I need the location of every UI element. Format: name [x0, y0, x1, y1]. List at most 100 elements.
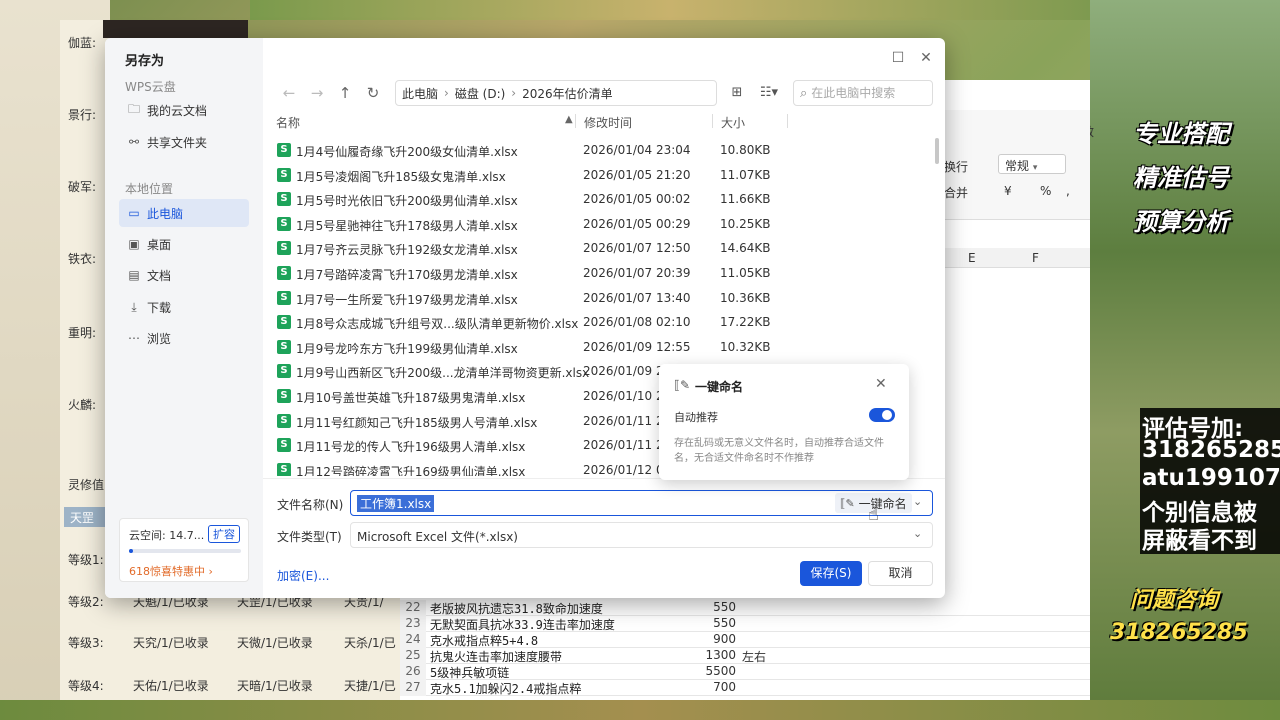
sidebar-item[interactable]: ▣ 桌面 — [119, 230, 249, 258]
spreadsheet-column-header: E F — [940, 248, 1090, 268]
encrypt-link[interactable]: 加密(E)... — [277, 567, 329, 584]
file-row[interactable]: S 1月7号踏碎凌霄飞升170级男龙清单.xlsx 2026/01/07 20:39… — [263, 261, 933, 285]
merge-button[interactable]: 合并 — [944, 184, 968, 201]
filename-input[interactable]: 工作簿1.xlsx — [357, 495, 435, 512]
column-e[interactable]: E — [968, 251, 976, 265]
auto-recommend-toggle[interactable] — [869, 408, 895, 422]
item-name: 5级神兵敏项链 — [430, 666, 510, 680]
rename-label: 一键命名 — [858, 496, 907, 511]
filetype-value: Microsoft Excel 文件(*.xlsx) — [357, 530, 518, 544]
file-row[interactable]: S 1月4号仙履奇缘飞升200级女仙清单.xlsx 2026/01/04 23:04… — [263, 138, 933, 162]
sidebar-item[interactable]: 🗀 我的云文档 — [119, 96, 249, 124]
spreadsheet-file-icon: S — [277, 216, 291, 231]
game-stat-label: 破军: — [68, 180, 97, 194]
level-label: 等级3: — [68, 636, 104, 650]
file-date: 2026/01/08 02:10 — [583, 315, 691, 330]
search-input[interactable] — [811, 86, 922, 100]
spreadsheet-row[interactable]: 25 抗鬼火连击率加速度腰带 1300 左右 — [400, 648, 1090, 664]
refresh-icon[interactable]: ↻ — [362, 82, 384, 104]
back-arrow-icon[interactable]: ← — [278, 82, 300, 104]
file-size: 14.64KB — [720, 241, 771, 256]
spreadsheet-file-icon: S — [277, 364, 291, 379]
breadcrumb-item[interactable]: 磁盘 (D:) — [455, 85, 505, 102]
forward-arrow-icon[interactable]: → — [306, 82, 328, 104]
level-cell[interactable]: 天微/1/已收录 — [237, 634, 313, 651]
promo-link[interactable]: 618惊喜特惠中 › — [129, 563, 213, 579]
comma-button[interactable]: , — [1066, 184, 1070, 198]
spreadsheet-row[interactable]: 23 无默契面具抗冰33.9连击率加速度 550 — [400, 616, 1090, 632]
file-row[interactable]: S 1月5号星驰神往飞升178级男人清单.xlsx 2026/01/05 00:29… — [263, 212, 933, 236]
scrollbar[interactable] — [935, 138, 939, 164]
number-format-select[interactable]: 常规 ▾ — [998, 154, 1066, 174]
sidebar-item[interactable]: ⚯ 共享文件夹 — [119, 128, 249, 156]
cloud-space-text: 云空间: 14.7... — [129, 529, 205, 542]
save-button[interactable]: 保存(S) — [800, 561, 862, 586]
column-name[interactable]: 名称 — [276, 114, 300, 131]
column-size[interactable]: 大小 — [721, 114, 745, 131]
filename-field[interactable]: 工作簿1.xlsx ⟦✎ 一键命名 ⌄ — [350, 490, 933, 516]
sidebar-item[interactable]: ⤓ 下载 — [119, 293, 249, 321]
file-date: 2026/01/07 12:50 — [583, 241, 691, 256]
game-stat-label: 铁衣: — [68, 252, 97, 266]
rename-popup: ⟦✎ 一键命名 ✕ 自动推荐 存在乱码或无意义文件名时，自动推荐合适文件名，无合… — [659, 364, 909, 480]
item-name: 克水戒指点粹5+4.8 — [430, 634, 539, 648]
spreadsheet-row[interactable]: 26 5级神兵敏项链 5500 — [400, 664, 1090, 680]
level-cell[interactable]: 天佑/1/已收录 — [133, 677, 209, 694]
maximize-icon[interactable]: ☐ — [888, 48, 908, 68]
game-stat-label: 景行: — [68, 108, 97, 122]
character-thumbnails — [103, 20, 248, 38]
percent-button[interactable]: % — [1040, 184, 1051, 198]
item-name: 抗鬼火连击率加速度腰带 — [430, 650, 563, 664]
currency-button[interactable]: ¥ — [1004, 184, 1012, 198]
level-cell[interactable]: 天杀/1/已 — [344, 634, 396, 651]
breadcrumb[interactable]: 此电脑 › 磁盘 (D:) › 2026年估价清单 — [395, 80, 717, 106]
dialog-sidebar: 另存为 WPS云盘 🗀 我的云文档 ⚯ 共享文件夹 本地位置 ▭ 此电脑 ▣ 桌面 ▤ 文档 ⤓ 下… — [105, 38, 263, 598]
background-top — [250, 0, 1090, 20]
file-row[interactable]: S 1月7号齐云灵脉飞升192级女龙清单.xlsx 2026/01/07 12:50… — [263, 236, 933, 260]
close-icon[interactable]: ✕ — [916, 48, 936, 68]
file-name: 1月11号龙的传人飞升196级男人清单.xlsx — [296, 440, 526, 455]
view-mode-icon[interactable]: ☷▾ — [755, 82, 783, 104]
file-row[interactable]: S 1月8号众志成城飞升组号双...级队清单更新物价.xlsx 2026/01/08… — [263, 310, 933, 334]
level-cell[interactable]: 天暗/1/已收录 — [237, 677, 313, 694]
breadcrumb-item[interactable]: 2026年估价清单 — [522, 85, 613, 102]
close-icon[interactable]: ✕ — [875, 376, 887, 392]
game-tab[interactable]: 天罡 — [64, 507, 110, 527]
item-name: 无默契面具抗冰33.9连击率加速度 — [430, 618, 615, 632]
file-row[interactable]: S 1月5号时光依旧飞升200级男仙清单.xlsx 2026/01/05 00:02… — [263, 187, 933, 211]
spreadsheet-row[interactable]: 27 克水5.1加躲闪2.4戒指点粹 700 — [400, 680, 1090, 696]
column-modified[interactable]: 修改时间 — [584, 114, 632, 131]
file-row[interactable]: S 1月9号龙吟东方飞升199级男仙清单.xlsx 2026/01/09 12:55… — [263, 335, 933, 359]
breadcrumb-item[interactable]: 此电脑 — [402, 85, 438, 102]
sidebar-item[interactable]: ▭ 此电脑 — [119, 199, 249, 227]
column-f[interactable]: F — [1032, 251, 1039, 265]
row-number: 27 — [400, 680, 426, 696]
level-cell[interactable]: 天究/1/已收录 — [133, 634, 209, 651]
file-row[interactable]: S 1月5号凌烟阁飞升185级女鬼清单.xlsx 2026/01/05 21:20 1… — [263, 163, 933, 187]
sidebar-item[interactable]: ▤ 文档 — [119, 261, 249, 289]
spreadsheet-row[interactable]: 24 克水戒指点粹5+4.8 900 — [400, 632, 1090, 648]
computer-icon: ▭ — [128, 206, 140, 220]
file-name: 1月5号星驰神往飞升178级男人清单.xlsx — [296, 218, 518, 233]
sort-ascending-icon: ▲ — [565, 114, 573, 125]
new-folder-icon[interactable]: ⊞ — [727, 82, 747, 104]
up-arrow-icon[interactable]: ↑ — [334, 82, 356, 104]
chevron-down-icon[interactable]: ⌄ — [913, 495, 922, 508]
filetype-select[interactable]: Microsoft Excel 文件(*.xlsx) ⌄ — [350, 522, 933, 548]
chevron-down-icon: ⌄ — [913, 527, 923, 540]
file-size: 10.80KB — [720, 143, 771, 157]
wrap-text-button[interactable]: 换行 — [944, 158, 968, 175]
cancel-button[interactable]: 取消 — [868, 561, 933, 586]
level-cell[interactable]: 天捷/1/已 — [344, 677, 396, 694]
sidebar-item-label: 下载 — [147, 300, 172, 315]
file-name: 1月9号龙吟东方飞升199级男仙清单.xlsx — [296, 341, 518, 356]
spreadsheet-file-icon: S — [277, 315, 291, 330]
expand-button[interactable]: 扩容 — [208, 525, 240, 543]
search-box[interactable]: ⌕ — [793, 80, 933, 106]
sidebar-item[interactable]: ⋯ 浏览 — [119, 324, 249, 352]
spreadsheet-row[interactable]: 22 老版披风抗遗忘31.8致命加速度 550 — [400, 600, 1090, 616]
column-divider — [787, 114, 788, 128]
file-row[interactable]: S 1月7号一生所爱飞升197级男龙清单.xlsx 2026/01/07 13:40… — [263, 286, 933, 310]
file-date: 2026/01/10 2 — [583, 389, 664, 403]
row-number: 23 — [400, 616, 426, 632]
